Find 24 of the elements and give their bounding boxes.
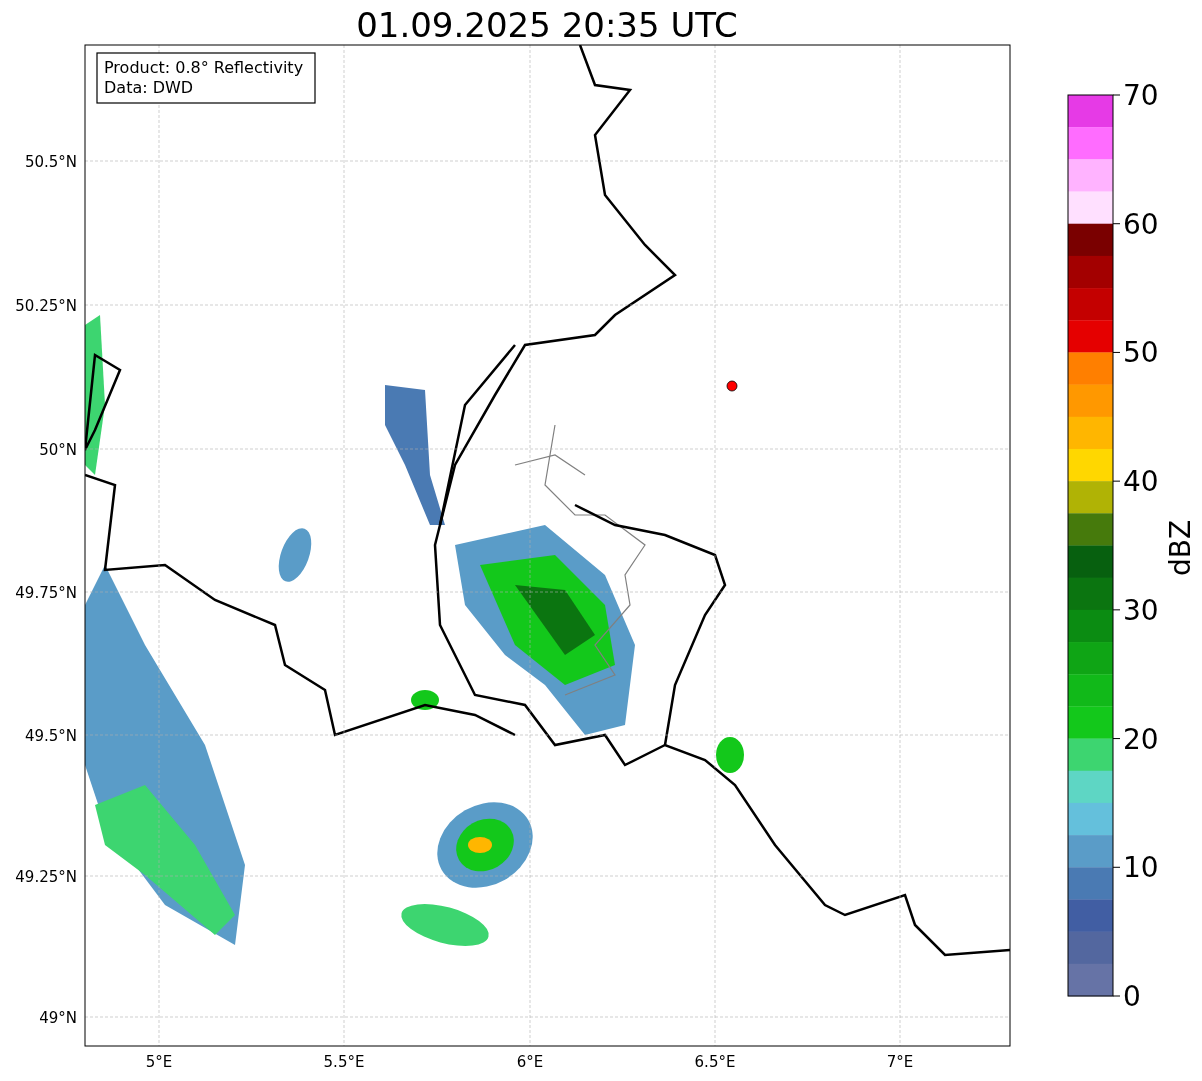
latitude-label: 50.25°N bbox=[15, 297, 77, 315]
colorbar-tick-label: 20 bbox=[1123, 722, 1159, 756]
longitude-label: 5.5°E bbox=[323, 1053, 365, 1071]
colorbar-tick-label: 10 bbox=[1123, 851, 1159, 885]
colorbar-tick-label: 0 bbox=[1123, 980, 1141, 1013]
colorbar-tick-label: 70 bbox=[1123, 79, 1159, 112]
colorbar-tick-label: 60 bbox=[1123, 207, 1159, 241]
latitude-label: 49.5°N bbox=[24, 727, 77, 745]
latitude-label: 49°N bbox=[39, 1009, 77, 1027]
chart-title: 01.09.2025 20:35 UTC bbox=[356, 5, 738, 45]
longitude-label: 7°E bbox=[886, 1053, 914, 1071]
legend-text: Data: DWD bbox=[104, 78, 194, 97]
latitude-label: 49.25°N bbox=[15, 868, 77, 886]
colorbar-label: dBZ bbox=[1164, 519, 1197, 577]
longitude-label: 5°E bbox=[145, 1053, 173, 1071]
latitude-label: 50°N bbox=[39, 441, 77, 459]
colorbar-tick-label: 40 bbox=[1123, 465, 1159, 499]
longitude-label: 6°E bbox=[516, 1053, 544, 1071]
latitude-label: 49.75°N bbox=[15, 584, 77, 602]
legend-text: Product: 0.8° Reflectivity bbox=[104, 58, 304, 77]
longitude-label: 6.5°E bbox=[694, 1053, 736, 1071]
colorbar-tick-label: 30 bbox=[1123, 593, 1159, 627]
colorbar-tick-label: 50 bbox=[1123, 336, 1159, 370]
latitude-label: 50.5°N bbox=[24, 153, 77, 171]
